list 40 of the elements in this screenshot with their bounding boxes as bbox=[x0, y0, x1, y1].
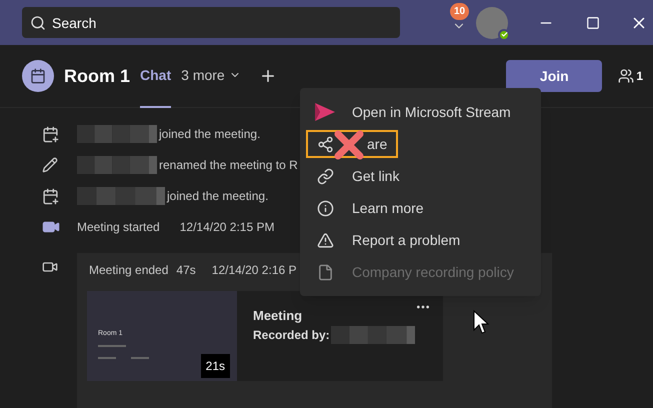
recording-length: 21s bbox=[200, 354, 230, 378]
participants-icon[interactable] bbox=[618, 68, 634, 84]
activity-text: joined the meeting. bbox=[159, 126, 260, 143]
calendar-icon bbox=[30, 68, 46, 84]
warning-icon bbox=[316, 232, 334, 248]
meeting-ended-time: 12/14/20 2:16 P bbox=[212, 262, 297, 279]
menu-item[interactable]: Open in Microsoft Stream bbox=[300, 96, 541, 128]
menu-item[interactable]: Learn more bbox=[300, 192, 541, 224]
cursor-icon bbox=[473, 310, 489, 336]
join-button[interactable]: Join bbox=[506, 60, 602, 92]
menu-item[interactable]: are bbox=[300, 128, 541, 160]
activity-text: joined the meeting. bbox=[167, 188, 268, 205]
calendar-icon bbox=[42, 126, 59, 142]
play-logo-icon bbox=[315, 103, 335, 121]
tab[interactable]: 3 more bbox=[181, 44, 241, 108]
calendar-icon bbox=[42, 188, 59, 204]
activity-time: 12/14/20 2:15 PM bbox=[180, 219, 274, 236]
recording-title: Meeting bbox=[253, 307, 302, 325]
menu-item[interactable]: Get link bbox=[300, 160, 541, 192]
search-icon bbox=[30, 15, 46, 31]
activity-text: Meeting started bbox=[77, 219, 160, 236]
maximize-icon[interactable] bbox=[586, 16, 600, 30]
document-icon bbox=[316, 264, 334, 280]
meeting-title: Room 1 bbox=[64, 64, 130, 88]
search-field[interactable]: Search bbox=[22, 7, 400, 38]
avatar[interactable] bbox=[476, 6, 508, 38]
share-icon bbox=[316, 136, 334, 152]
recorded-by-label: Recorded by: bbox=[253, 326, 330, 344]
meeting-ended-label: Meeting ended bbox=[89, 262, 168, 279]
notification-badge: 10 bbox=[450, 2, 470, 20]
pencil-icon bbox=[42, 157, 58, 173]
info-icon bbox=[316, 200, 334, 216]
presence-badge bbox=[498, 28, 510, 40]
meeting-duration: 47s bbox=[176, 262, 196, 279]
tab[interactable]: Chat bbox=[140, 44, 172, 108]
link-icon bbox=[316, 168, 334, 184]
menu-item[interactable]: Report a problem bbox=[300, 224, 541, 256]
activity-text: renamed the meeting to R bbox=[159, 157, 298, 174]
participant-count: 1 bbox=[636, 68, 643, 85]
cross-mark-icon bbox=[334, 130, 364, 160]
